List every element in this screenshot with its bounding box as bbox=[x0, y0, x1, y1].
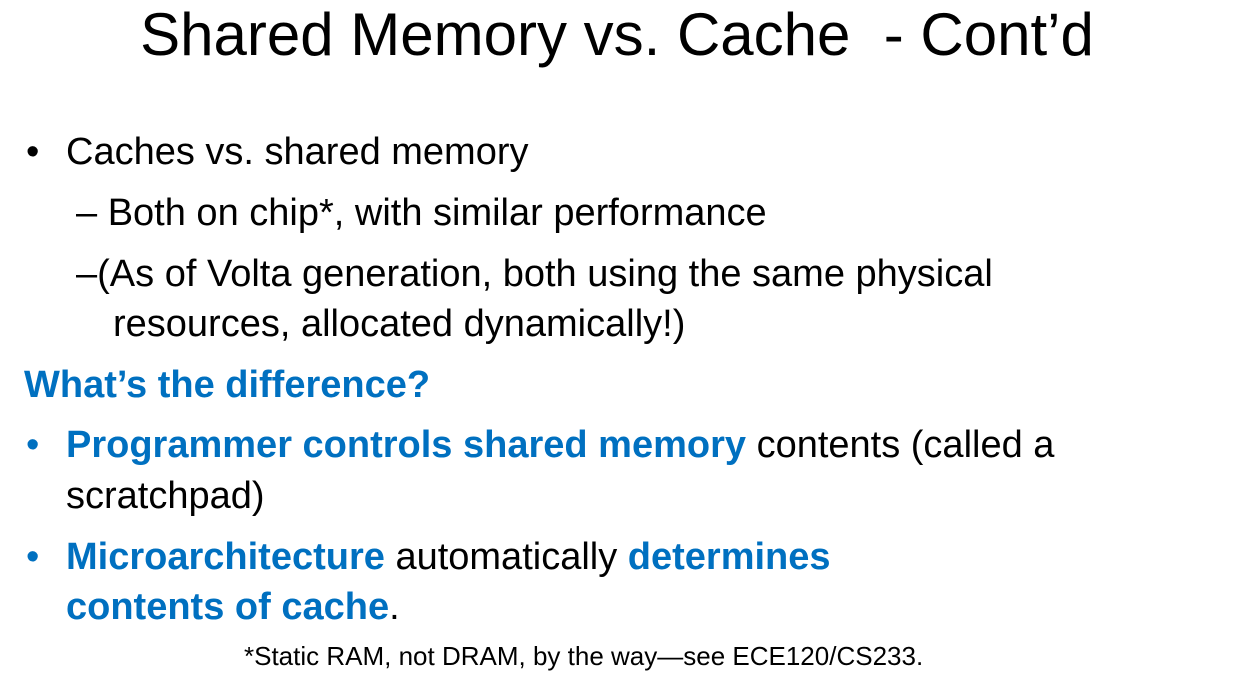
point-highlight: Programmer controls shared memory bbox=[66, 424, 747, 466]
bullet-marker: • bbox=[26, 536, 40, 578]
footnote: *Static RAM, not DRAM, by the way—see EC… bbox=[244, 641, 924, 671]
slide-title: Shared Memory vs. Cache - Cont’d bbox=[140, 1, 1094, 68]
point-highlight: Microarchitecture bbox=[66, 536, 385, 578]
point-microarchitecture: Microarchitecture automatically determin… bbox=[66, 535, 831, 579]
point-rest: contents (called a bbox=[746, 424, 1055, 466]
sub-bullet-text: Both on chip*, with similar performance bbox=[107, 192, 767, 234]
bullet-caches-vs-shared-memory: Caches vs. shared memory bbox=[66, 131, 529, 173]
point-line2: contents of cache. bbox=[66, 585, 400, 629]
dash-marker: – bbox=[76, 253, 98, 295]
point-line2-highlight: contents of cache bbox=[66, 586, 390, 628]
point-mid: automatically bbox=[384, 536, 628, 578]
point-highlight-2: determines bbox=[627, 536, 831, 578]
sub-bullet-text-line2: resources, allocated dynamically!) bbox=[113, 303, 686, 345]
difference-heading: What’s the difference? bbox=[24, 364, 431, 406]
bullet-marker: • bbox=[26, 131, 40, 173]
bullet-marker: • bbox=[26, 424, 40, 466]
sub-bullet-volta: –(As of Volta generation, both using the… bbox=[76, 252, 993, 296]
point-line2: scratchpad) bbox=[66, 475, 265, 517]
sub-bullet-on-chip: – Both on chip*, with similar performanc… bbox=[76, 191, 767, 235]
dash-marker: – bbox=[76, 192, 98, 234]
slide: Shared Memory vs. Cache - Cont’d • Cache… bbox=[0, 0, 1259, 694]
point-programmer-controls: Programmer controls shared memory conten… bbox=[66, 423, 1054, 467]
sub-bullet-text-line1: (As of Volta generation, both using the … bbox=[97, 253, 993, 295]
point-line2-rest: . bbox=[389, 586, 400, 628]
